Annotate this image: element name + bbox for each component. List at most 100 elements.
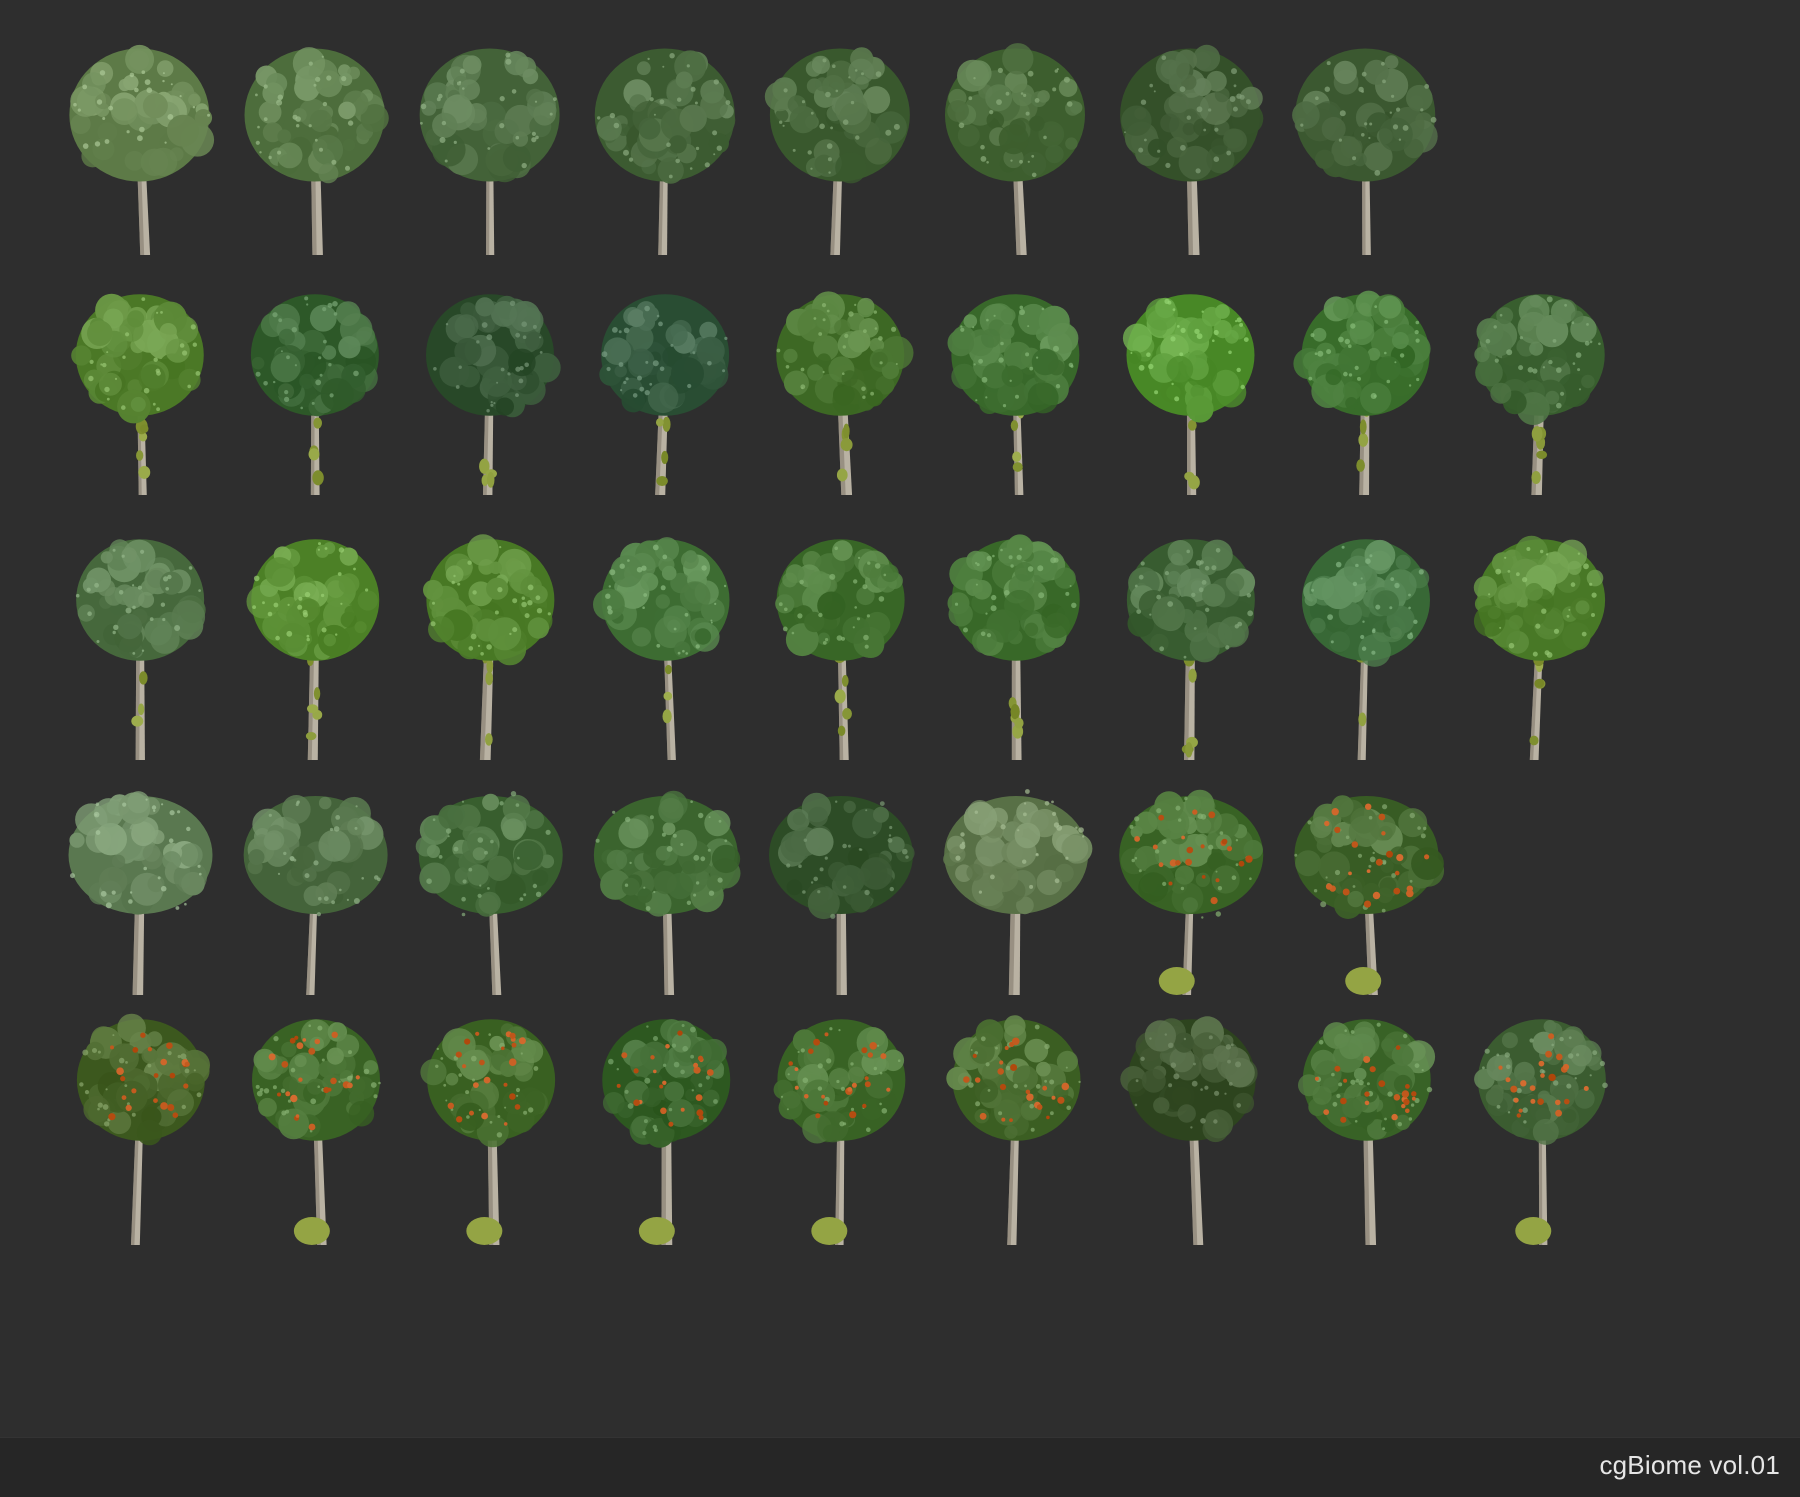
tree-crown	[1120, 44, 1264, 182]
tree-2-2	[237, 275, 397, 500]
footer-caption: cgBiome vol.01	[1599, 1450, 1780, 1480]
tree-crown	[423, 534, 555, 666]
tree-4-8	[1287, 770, 1447, 1000]
tree-1-4	[587, 35, 747, 260]
tree-5-2	[237, 1000, 397, 1250]
tree-crown	[1474, 294, 1605, 425]
tree-2-4	[587, 275, 747, 500]
tree-illustration	[71, 293, 204, 495]
tree-crown	[593, 790, 741, 917]
tree-crown	[1119, 789, 1264, 919]
tree-crown	[768, 792, 915, 920]
tree-5-9	[1462, 1000, 1622, 1250]
tree-crown	[68, 791, 213, 915]
tree-4-6	[937, 770, 1097, 1000]
tree-1-3	[412, 35, 572, 260]
tree-1-6	[937, 35, 1097, 260]
tree-crown	[244, 47, 389, 184]
tree-illustration	[594, 48, 736, 255]
tree-1-8	[1287, 35, 1447, 260]
tree-illustration	[593, 790, 741, 995]
tree-crown	[1293, 290, 1431, 416]
tree-illustration	[423, 534, 555, 760]
tree-crown	[946, 1015, 1081, 1141]
tree-crown	[419, 48, 560, 183]
tree-grid	[0, 0, 1800, 1435]
tree-crown	[1474, 1019, 1608, 1145]
tree-illustration	[1120, 1016, 1258, 1245]
tree-illustration	[946, 1015, 1081, 1245]
tree-illustration	[75, 539, 206, 760]
tree-3-6	[937, 520, 1097, 765]
tree-3-1	[62, 520, 222, 765]
tree-3-3	[412, 520, 572, 765]
tree-5-8	[1287, 1000, 1447, 1250]
tree-4-2	[237, 770, 397, 1000]
tree-illustration	[252, 1019, 381, 1245]
tree-illustration	[68, 791, 213, 995]
tree-4-7	[1112, 770, 1272, 1000]
tree-3-5	[762, 520, 922, 765]
tree-illustration	[602, 1019, 731, 1245]
tree-illustration	[243, 795, 388, 995]
tree-illustration	[1294, 795, 1445, 995]
tree-illustration	[773, 1019, 906, 1245]
tree-1-2	[237, 35, 397, 260]
tree-crown	[71, 293, 204, 424]
tree-crown	[764, 47, 910, 184]
tree-crown	[1122, 294, 1255, 423]
tree-illustration	[1119, 789, 1264, 995]
tree-illustration	[1298, 1019, 1436, 1245]
tree-crown	[252, 1019, 381, 1141]
tree-4-1	[62, 770, 222, 1000]
tree-crown	[76, 1013, 210, 1146]
tree-crown	[75, 539, 206, 661]
tree-illustration	[1292, 48, 1438, 255]
tree-illustration	[1474, 1019, 1608, 1245]
tree-5-7	[1112, 1000, 1272, 1250]
tree-4-4	[587, 770, 747, 1000]
tree-2-3	[412, 275, 572, 500]
tree-crown	[1298, 1019, 1436, 1141]
tree-illustration	[947, 534, 1080, 760]
tree-2-7	[1112, 275, 1272, 500]
tree-crown	[947, 294, 1080, 416]
tree-illustration	[1120, 44, 1264, 255]
tree-5-3	[412, 1000, 572, 1250]
tree-crown	[943, 789, 1093, 915]
tree-crown	[243, 795, 388, 917]
tree-illustration	[764, 47, 910, 255]
tree-illustration	[250, 294, 379, 495]
tree-crown	[773, 1019, 906, 1144]
tree-2-9	[1462, 275, 1622, 500]
tree-crown	[594, 48, 736, 184]
tree-crown	[599, 294, 730, 416]
tree-crown	[776, 291, 914, 416]
tree-1-7	[1112, 35, 1272, 260]
tree-crown	[944, 43, 1085, 182]
tree-illustration	[1474, 294, 1605, 495]
tree-crown	[426, 294, 561, 418]
tree-crown	[602, 1019, 731, 1148]
tree-crown	[69, 44, 215, 182]
tree-illustration	[1301, 539, 1430, 760]
tree-4-3	[412, 770, 572, 1000]
tree-illustration	[419, 48, 560, 255]
tree-crown	[947, 534, 1080, 661]
tree-crown	[1301, 539, 1430, 667]
tree-3-9	[1462, 520, 1622, 765]
tree-5-5	[762, 1000, 922, 1250]
tree-crown	[1120, 1016, 1258, 1143]
tree-illustration	[1122, 294, 1255, 495]
tree-5-4	[587, 1000, 747, 1250]
tree-crown	[246, 539, 380, 661]
tree-illustration	[1293, 290, 1431, 495]
tree-illustration	[776, 291, 914, 495]
tree-illustration	[1473, 535, 1606, 760]
footer-bar: cgBiome vol.01	[0, 1437, 1800, 1497]
tree-3-2	[237, 520, 397, 765]
tree-crown	[775, 539, 905, 661]
tree-3-4	[587, 520, 747, 765]
tree-crown	[420, 1019, 556, 1148]
tree-crown	[1126, 539, 1256, 663]
